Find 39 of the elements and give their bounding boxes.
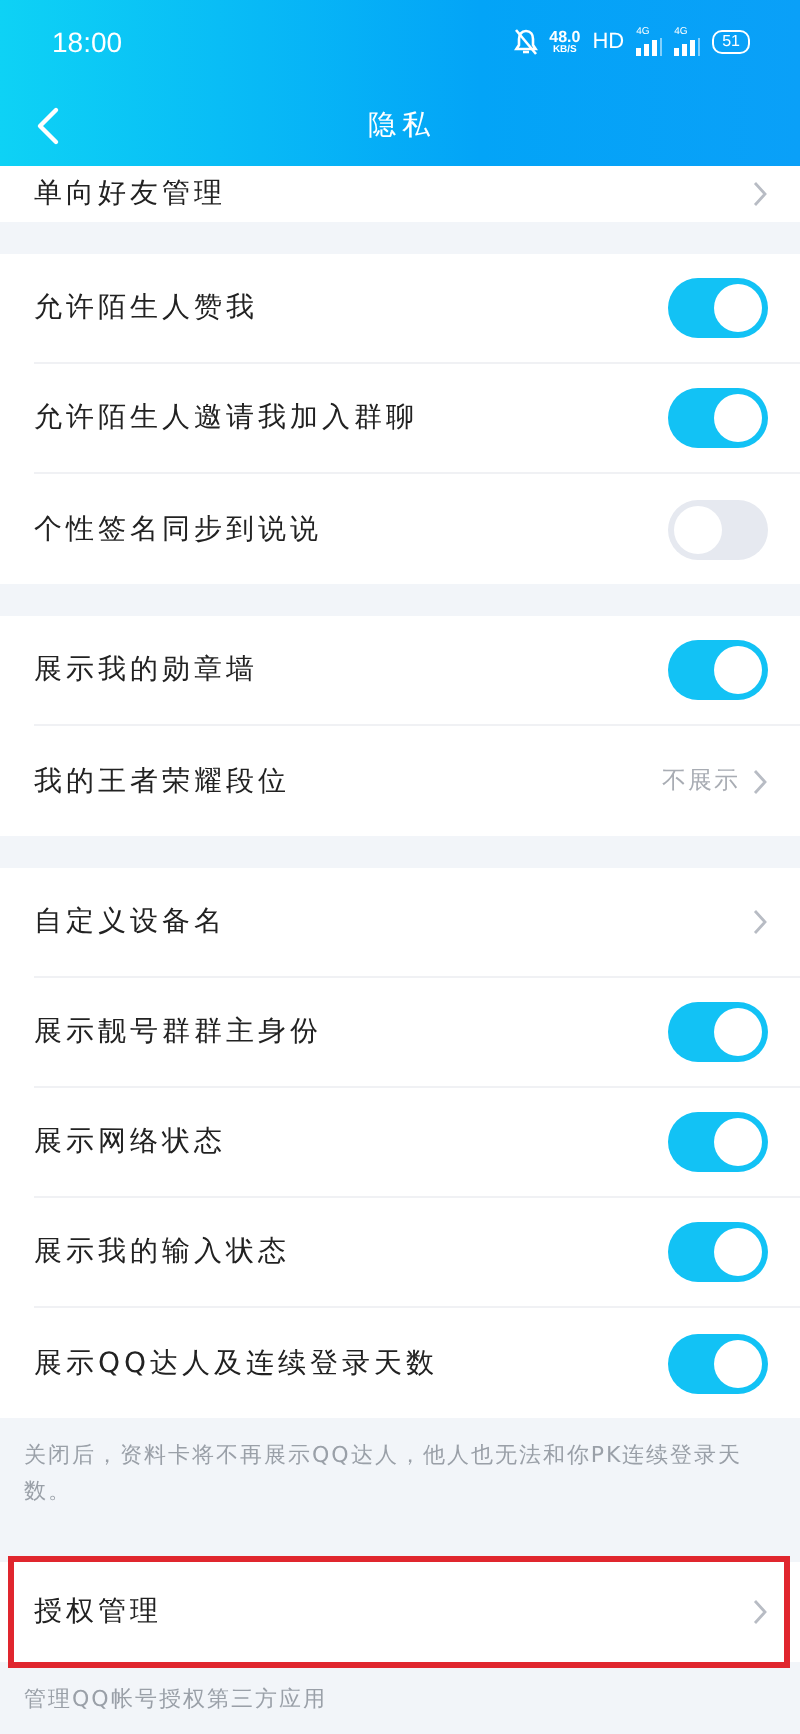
hd-label: HD	[592, 30, 625, 54]
section-note: 关闭后，资料卡将不再展示QQ达人，他人也无法和你PK连续登录天数。	[22, 1440, 745, 1508]
setting-label: 展示我的勋章墙	[34, 652, 258, 688]
network-speed: 48.0	[549, 29, 581, 45]
toggle-switch[interactable]	[668, 388, 768, 448]
battery-level: 51	[712, 30, 750, 54]
setting-row[interactable]: 单向好友管理	[34, 166, 800, 222]
signal-icon	[636, 38, 663, 56]
setting-row[interactable]: 授权管理	[14, 1562, 784, 1662]
chevron-right-icon	[752, 180, 768, 208]
chevron-right-icon	[752, 1598, 768, 1626]
setting-label: 允许陌生人赞我	[34, 290, 258, 326]
toggle-switch[interactable]	[668, 1112, 768, 1172]
setting-label: 允许陌生人邀请我加入群聊	[34, 400, 418, 436]
toggle-switch[interactable]	[668, 1002, 768, 1062]
toggle-switch[interactable]	[668, 278, 768, 338]
status-time: 18:00	[52, 26, 123, 58]
setting-row[interactable]: 自定义设备名	[34, 868, 800, 978]
setting-label: 展示靓号群群主身份	[34, 1014, 322, 1050]
page-title: 隐私	[368, 107, 436, 143]
setting-label: 自定义设备名	[34, 904, 226, 940]
chevron-right-icon	[752, 767, 768, 795]
setting-label: 展示网络状态	[34, 1124, 226, 1160]
setting-row[interactable]: 我的王者荣耀段位 不展示	[34, 726, 800, 836]
bell-off-icon	[513, 28, 538, 56]
toggle-switch[interactable]	[668, 640, 768, 700]
section-note: 管理QQ帐号授权第三方应用	[22, 1684, 329, 1716]
chevron-right-icon	[752, 908, 768, 936]
setting-label: 我的王者荣耀段位	[34, 763, 290, 799]
setting-label: 展示我的输入状态	[34, 1234, 290, 1270]
toggle-switch[interactable]	[668, 1222, 768, 1282]
setting-value: 不展示	[662, 764, 740, 798]
toggle-switch[interactable]	[668, 1333, 768, 1393]
setting-label: 单向好友管理	[34, 176, 226, 212]
toggle-switch[interactable]	[668, 499, 768, 559]
setting-label: 授权管理	[34, 1594, 162, 1630]
setting-label: 个性签名同步到说说	[34, 511, 322, 547]
setting-label: 展示QQ达人及连续登录天数	[34, 1345, 439, 1381]
signal-icon	[674, 38, 701, 56]
